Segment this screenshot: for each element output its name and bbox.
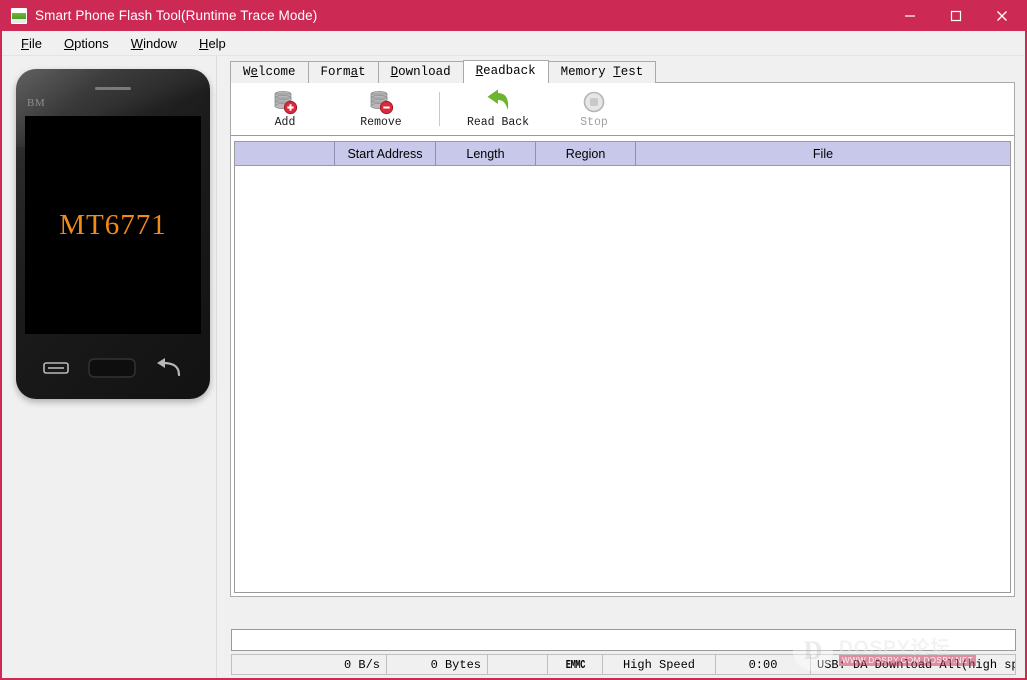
- phone-brand-label: BM: [27, 97, 46, 109]
- column-header-length[interactable]: Length: [436, 142, 536, 165]
- column-header-file[interactable]: File: [636, 142, 1010, 165]
- remove-button-label: Remove: [360, 116, 402, 129]
- add-button[interactable]: Add: [237, 85, 333, 133]
- window-title: Smart Phone Flash Tool(Runtime Trace Mod…: [35, 8, 318, 23]
- status-usb-speed: High Speed: [603, 655, 716, 674]
- read-back-button-label: Read Back: [466, 116, 530, 129]
- column-header-select[interactable]: [235, 142, 335, 165]
- readback-tab-panel: Add Remove Read Back Stop Start Address …: [230, 82, 1015, 597]
- remove-button[interactable]: Remove: [333, 85, 429, 133]
- stop-button-label: Stop: [580, 116, 608, 129]
- app-icon: [11, 7, 27, 24]
- table-header-row: Start Address Length Region File: [235, 142, 1010, 166]
- title-bar: Smart Phone Flash Tool(Runtime Trace Mod…: [2, 0, 1025, 31]
- table-body[interactable]: [235, 166, 1010, 592]
- column-header-start-address[interactable]: Start Address: [335, 142, 436, 165]
- main-panel: Welcome Format Download Readback Memory …: [217, 56, 1025, 678]
- stop-button: Stop: [546, 85, 642, 133]
- status-da-mode: USB: DA Download All(high speed auto det…: [817, 657, 1015, 672]
- toolbar-separator: [439, 92, 440, 126]
- status-storage: EMMC: [548, 655, 603, 674]
- stop-icon: [583, 89, 605, 115]
- menu-item-options[interactable]: Options: [53, 34, 120, 53]
- status-bar: 0 B/s 0 Bytes EMMC High Speed 0:00 USB: …: [231, 654, 1016, 675]
- tab-download[interactable]: Download: [377, 61, 464, 83]
- readback-icon: [484, 89, 512, 115]
- remove-icon: [368, 89, 394, 115]
- tab-welcome[interactable]: Welcome: [230, 61, 309, 83]
- tab-readback[interactable]: Readback: [462, 60, 549, 83]
- application-window: Smart Phone Flash Tool(Runtime Trace Mod…: [0, 0, 1027, 680]
- phone-nav-bar: [16, 353, 210, 387]
- add-icon: [272, 89, 298, 115]
- status-speed: 0 B/s: [232, 655, 387, 674]
- menu-bar: File Options Window Help: [2, 31, 1025, 56]
- tab-format[interactable]: Format: [307, 61, 379, 83]
- add-button-label: Add: [274, 116, 296, 129]
- back-nav-icon: [155, 357, 183, 383]
- home-nav-icon: [88, 357, 136, 383]
- phone-screen: MT6771: [25, 116, 201, 334]
- read-back-button[interactable]: Read Back: [450, 85, 546, 133]
- readback-toolbar: Add Remove Read Back Stop: [231, 83, 1014, 136]
- chip-model-label: MT6771: [59, 208, 167, 241]
- readback-table: Start Address Length Region File: [234, 141, 1011, 593]
- status-storage-text: EMMC: [565, 657, 585, 672]
- maximize-button[interactable]: [933, 0, 979, 31]
- menu-item-file[interactable]: File: [10, 34, 53, 53]
- phone-illustration: BM MT6771: [16, 69, 210, 399]
- status-bytes: 0 Bytes: [387, 655, 488, 674]
- window-controls: [887, 0, 1025, 31]
- tab-memory-test[interactable]: Memory Test: [547, 61, 657, 83]
- minimize-button[interactable]: [887, 0, 933, 31]
- status-spacer: [488, 655, 548, 674]
- status-elapsed: 0:00: [716, 655, 811, 674]
- bottom-area: 0 B/s 0 Bytes EMMC High Speed 0:00 USB: …: [218, 629, 1025, 678]
- tab-strip: Welcome Format Download Readback Memory …: [230, 60, 1015, 83]
- column-header-region[interactable]: Region: [536, 142, 636, 165]
- progress-bar: [231, 629, 1016, 651]
- phone-earpiece-icon: [95, 87, 131, 90]
- menu-nav-icon: [43, 360, 70, 381]
- close-button[interactable]: [979, 0, 1025, 31]
- device-preview-panel: BM MT6771: [2, 56, 217, 678]
- menu-item-help[interactable]: Help: [188, 34, 237, 53]
- content-area: BM MT6771 Welcome Format Download Readba…: [2, 56, 1025, 678]
- menu-item-window[interactable]: Window: [120, 34, 188, 53]
